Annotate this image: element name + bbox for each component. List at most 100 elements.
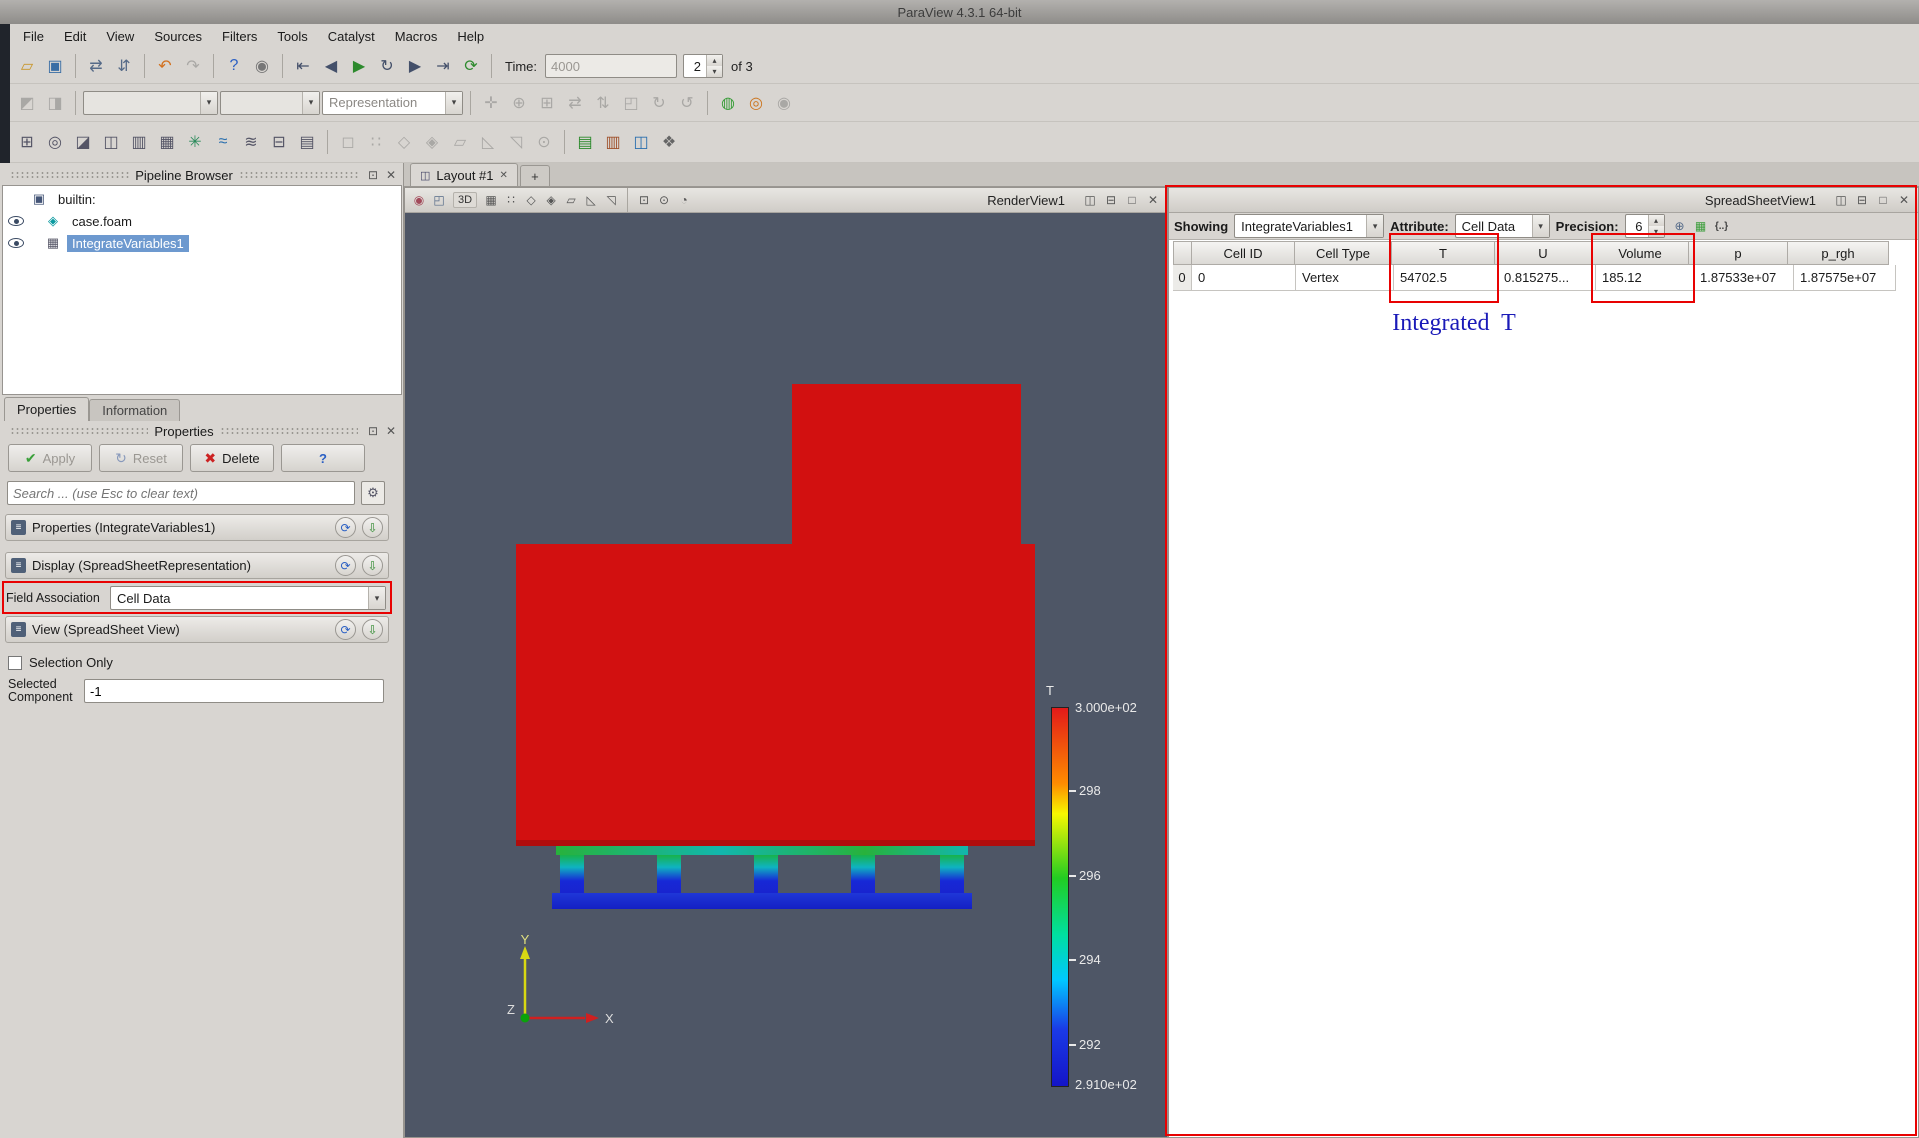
section-view[interactable]: ≡ View (SpreadSheet View) ⟳ ⇩ (5, 616, 389, 643)
reset-center-icon[interactable]: ⊕ (506, 90, 532, 116)
last-frame-icon[interactable]: ⇥ (430, 53, 456, 79)
select-frustum-cells-icon[interactable]: ◇ (522, 191, 540, 209)
select-block-icon[interactable]: ◹ (503, 129, 529, 155)
close-view-icon[interactable]: ✕ (1144, 191, 1162, 209)
extract-subset-icon[interactable]: ▦ (154, 129, 180, 155)
undock-icon[interactable]: ⊡ (364, 422, 382, 440)
next-frame-icon[interactable]: ▶ (402, 53, 428, 79)
visibility-toggle[interactable] (3, 216, 29, 226)
section-properties[interactable]: ≡ Properties (IntegrateVariables1) ⟳ ⇩ (5, 514, 389, 541)
zoom-closest-icon[interactable]: ◉ (771, 90, 797, 116)
window-titlebar[interactable]: ParaView 4.3.1 64-bit (0, 0, 1919, 24)
select-block-icon[interactable]: ◹ (602, 191, 620, 209)
extract-level-icon[interactable]: ▤ (294, 129, 320, 155)
hover-cells-icon[interactable]: ◔ (675, 191, 693, 209)
menu-filters[interactable]: Filters (213, 26, 266, 47)
select-points-polygon-icon[interactable]: ◺ (475, 129, 501, 155)
menu-sources[interactable]: Sources (145, 26, 211, 47)
column-header-volume[interactable]: Volume (1591, 241, 1689, 265)
delete-button[interactable]: ✖ Delete (190, 444, 274, 472)
help-button[interactable]: ? (281, 444, 365, 472)
split-vertical-icon[interactable]: ⊟ (1853, 191, 1871, 209)
add-layout-tab[interactable]: + (520, 165, 550, 186)
histogram-view-icon[interactable]: ▥ (600, 129, 626, 155)
save-defaults-button[interactable]: ⇩ (362, 619, 383, 640)
save-defaults-button[interactable]: ⇩ (362, 555, 383, 576)
camera-z-axis-icon[interactable]: ◰ (618, 90, 644, 116)
zoom-to-data-icon[interactable]: ◍ (715, 90, 741, 116)
loop-playback-icon[interactable]: ⟳ (458, 53, 484, 79)
disconnect-server-icon[interactable]: ⇵ (111, 53, 137, 79)
section-display[interactable]: ≡ Display (SpreadSheetRepresentation) ⟳ … (5, 552, 389, 579)
previous-frame-icon[interactable]: ◀ (318, 53, 344, 79)
rescale-range-icon[interactable]: ◨ (42, 90, 68, 116)
connect-server-icon[interactable]: ⇄ (83, 53, 109, 79)
warp-by-vector-icon[interactable]: ≋ (238, 129, 264, 155)
select-polygon-cells-icon[interactable]: ▱ (562, 191, 580, 209)
maximize-view-icon[interactable]: □ (1123, 191, 1141, 209)
cell-u[interactable]: 0.815275... (1498, 265, 1596, 291)
select-frustum-points-icon[interactable]: ◈ (542, 191, 560, 209)
reload-button[interactable]: ⟳ (335, 517, 356, 538)
pick-center-icon[interactable]: ⊞ (534, 90, 560, 116)
reload-button[interactable]: ⟳ (335, 619, 356, 640)
split-horizontal-icon[interactable]: ◫ (1081, 191, 1099, 209)
save-defaults-button[interactable]: ⇩ (362, 517, 383, 538)
view-mode-3d[interactable]: 3D (453, 192, 477, 208)
pipeline-item-integratevariables1[interactable]: ▦ IntegrateVariables1 (3, 232, 401, 254)
interaction-mode-icon[interactable]: ◰ (430, 191, 448, 209)
clip-icon[interactable]: ◪ (70, 129, 96, 155)
reset-camera-icon[interactable]: ◎ (743, 90, 769, 116)
pipeline-browser-titlebar[interactable]: Pipeline Browser ⊡✕ (0, 165, 404, 185)
open-file-icon[interactable]: ▱ (14, 53, 40, 79)
save-data-icon[interactable]: ▣ (42, 53, 68, 79)
properties-dock-titlebar[interactable]: Properties ⊡✕ (0, 421, 404, 441)
undock-icon[interactable]: ⊡ (364, 166, 382, 184)
select-cells-on-icon[interactable]: ◻ (335, 129, 361, 155)
colormap-combo[interactable]: ▾ (83, 91, 218, 115)
cell-p[interactable]: 1.87533e+07 (1694, 265, 1794, 291)
first-frame-icon[interactable]: ⇤ (290, 53, 316, 79)
split-horizontal-icon[interactable]: ◫ (1832, 191, 1850, 209)
interactive-select-icon[interactable]: ⊙ (531, 129, 557, 155)
selection-only-checkbox[interactable] (8, 656, 22, 670)
pipeline-item-case-foam[interactable]: ◈ case.foam (3, 210, 401, 232)
row-header[interactable]: 0 (1173, 265, 1192, 291)
tab-properties[interactable]: Properties (4, 397, 89, 421)
field-association-combo[interactable]: Cell Data ▾ (110, 586, 386, 610)
menu-catalyst[interactable]: Catalyst (319, 26, 384, 47)
menu-macros[interactable]: Macros (386, 26, 447, 47)
colorbar[interactable] (1051, 707, 1069, 1087)
visibility-toggle[interactable] (3, 238, 29, 248)
menu-view[interactable]: View (97, 26, 143, 47)
select-surface-cells-icon[interactable]: ▦ (482, 191, 500, 209)
column-header-cell-id[interactable]: Cell ID (1191, 241, 1295, 265)
cell-cell-id[interactable]: 0 (1192, 265, 1296, 291)
interactive-select-points-icon[interactable]: ⊙ (655, 191, 673, 209)
loop-icon[interactable]: ↻ (374, 53, 400, 79)
redo-icon[interactable]: ↷ (180, 53, 206, 79)
column-header-t[interactable]: T (1391, 241, 1495, 265)
show-only-selected-icon[interactable]: ⊕ (1671, 217, 1689, 235)
play-icon[interactable]: ▶ (346, 53, 372, 79)
rotate-cw-icon[interactable]: ↻ (646, 90, 672, 116)
frame-spinbox[interactable]: 2 ▴▾ (683, 54, 723, 78)
python-view-icon[interactable]: ❖ (656, 129, 682, 155)
show-center-axes-icon[interactable]: ✛ (478, 90, 504, 116)
showing-combo[interactable]: IntegrateVariables1 ▾ (1234, 214, 1384, 238)
close-view-icon[interactable]: ✕ (1895, 191, 1913, 209)
tab-information[interactable]: Information (89, 399, 180, 421)
column-header-u[interactable]: U (1494, 241, 1592, 265)
attribute-combo[interactable]: Cell Data ▾ (1455, 214, 1550, 238)
render-viewport[interactable]: T 3.000e+02 298 296 294 292 2.910e+02 Y … (405, 213, 1167, 1137)
select-surface-points-icon[interactable]: ∷ (502, 191, 520, 209)
select-polygon-points-icon[interactable]: ◺ (582, 191, 600, 209)
close-dock-icon[interactable]: ✕ (382, 422, 400, 440)
contour-icon[interactable]: ◎ (42, 129, 68, 155)
cell-p-rgh[interactable]: 1.87575e+07 (1794, 265, 1896, 291)
select-cells-through-icon[interactable]: ◇ (391, 129, 417, 155)
toggle-notation-icon[interactable]: {..} (1713, 217, 1731, 235)
edit-colormap-icon[interactable]: ◩ (14, 90, 40, 116)
camera-adjust-icon[interactable]: ◉ (410, 191, 428, 209)
tab-layout-1[interactable]: ◫ Layout #1 ✕ (410, 163, 518, 186)
